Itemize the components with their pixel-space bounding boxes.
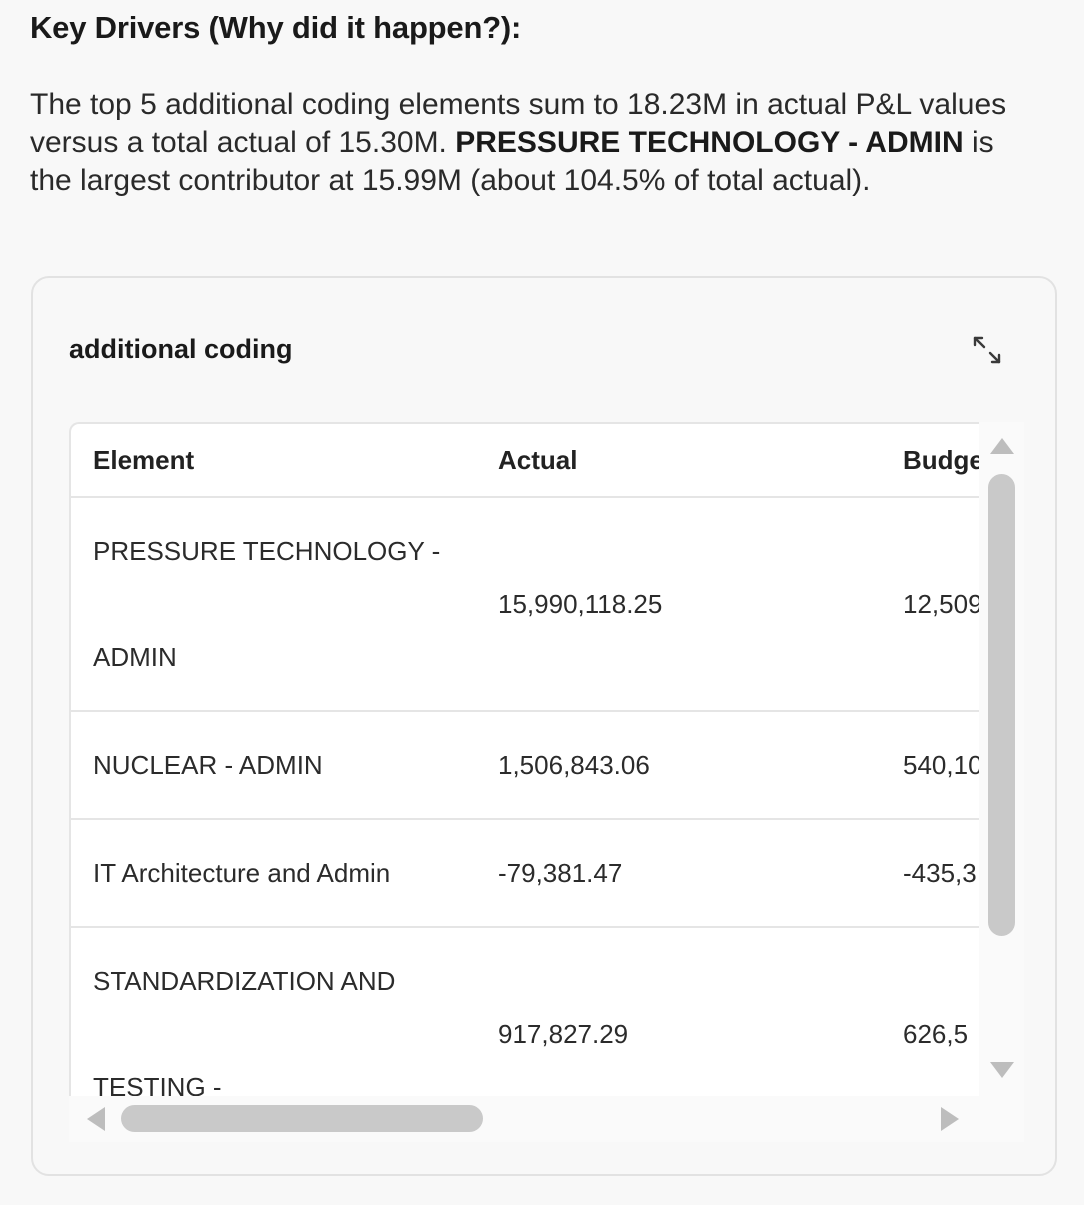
cell-element-line: PRESSURE TECHNOLOGY -	[93, 536, 441, 566]
cell-budget: 626,5	[881, 927, 979, 1096]
cell-actual: 15,990,118.25	[476, 497, 881, 712]
scroll-right-arrow-icon[interactable]	[941, 1107, 959, 1131]
horizontal-scrollbar[interactable]	[69, 1096, 1024, 1142]
vertical-scroll-thumb[interactable]	[988, 474, 1015, 936]
cell-actual: -79,381.47	[476, 819, 881, 928]
cell-element-line: STANDARDIZATION AND	[93, 966, 396, 996]
cell-budget: 540,10	[881, 711, 979, 820]
cell-element: IT Architecture and Admin	[71, 819, 476, 928]
table-container: Element Actual Budget PRESSURE TECHNOLOG…	[69, 422, 1024, 1142]
section-heading: Key Drivers (Why did it happen?):	[30, 10, 522, 45]
table-row: IT Architecture and Admin -79,381.47 -43…	[71, 819, 979, 928]
table-row: NUCLEAR - ADMIN 1,506,843.06 540,10	[71, 711, 979, 820]
table-row: STANDARDIZATION AND TESTING - 917,827.29…	[71, 927, 979, 1096]
summary-highlight: PRESSURE TECHNOLOGY - ADMIN	[455, 126, 964, 159]
cell-actual: 917,827.29	[476, 927, 881, 1096]
column-header-actual[interactable]: Actual	[476, 424, 881, 498]
expand-arrows-icon	[973, 336, 1001, 364]
column-header-budget[interactable]: Budget	[881, 424, 979, 498]
card-title: additional coding	[69, 334, 293, 364]
cell-element: NUCLEAR - ADMIN	[71, 711, 476, 820]
data-table: Element Actual Budget PRESSURE TECHNOLOG…	[71, 424, 979, 1096]
cell-budget: 12,509	[881, 497, 979, 712]
additional-coding-card: additional coding Element Actual Budg PR…	[31, 276, 1057, 1176]
expand-button[interactable]	[969, 332, 1005, 368]
page: Key Drivers (Why did it happen?): The to…	[0, 0, 1084, 1205]
cell-element-line: TESTING -	[93, 1072, 222, 1096]
scroll-left-arrow-icon[interactable]	[87, 1107, 105, 1131]
scroll-down-arrow-icon[interactable]	[990, 1062, 1014, 1078]
table-viewport[interactable]: Element Actual Budget PRESSURE TECHNOLOG…	[69, 422, 979, 1096]
cell-element: PRESSURE TECHNOLOGY - ADMIN	[71, 497, 476, 712]
scroll-up-arrow-icon[interactable]	[990, 438, 1014, 454]
column-header-element[interactable]: Element	[71, 424, 476, 498]
horizontal-scroll-thumb[interactable]	[121, 1105, 483, 1132]
cell-element: STANDARDIZATION AND TESTING -	[71, 927, 476, 1096]
table-header-row: Element Actual Budget	[71, 424, 979, 498]
table-row: PRESSURE TECHNOLOGY - ADMIN 15,990,118.2…	[71, 497, 979, 712]
cell-element-line: ADMIN	[93, 642, 177, 672]
summary-text: The top 5 additional coding elements sum…	[30, 86, 1040, 200]
vertical-scrollbar[interactable]	[979, 422, 1024, 1096]
cell-actual: 1,506,843.06	[476, 711, 881, 820]
cell-budget: -435,3	[881, 819, 979, 928]
